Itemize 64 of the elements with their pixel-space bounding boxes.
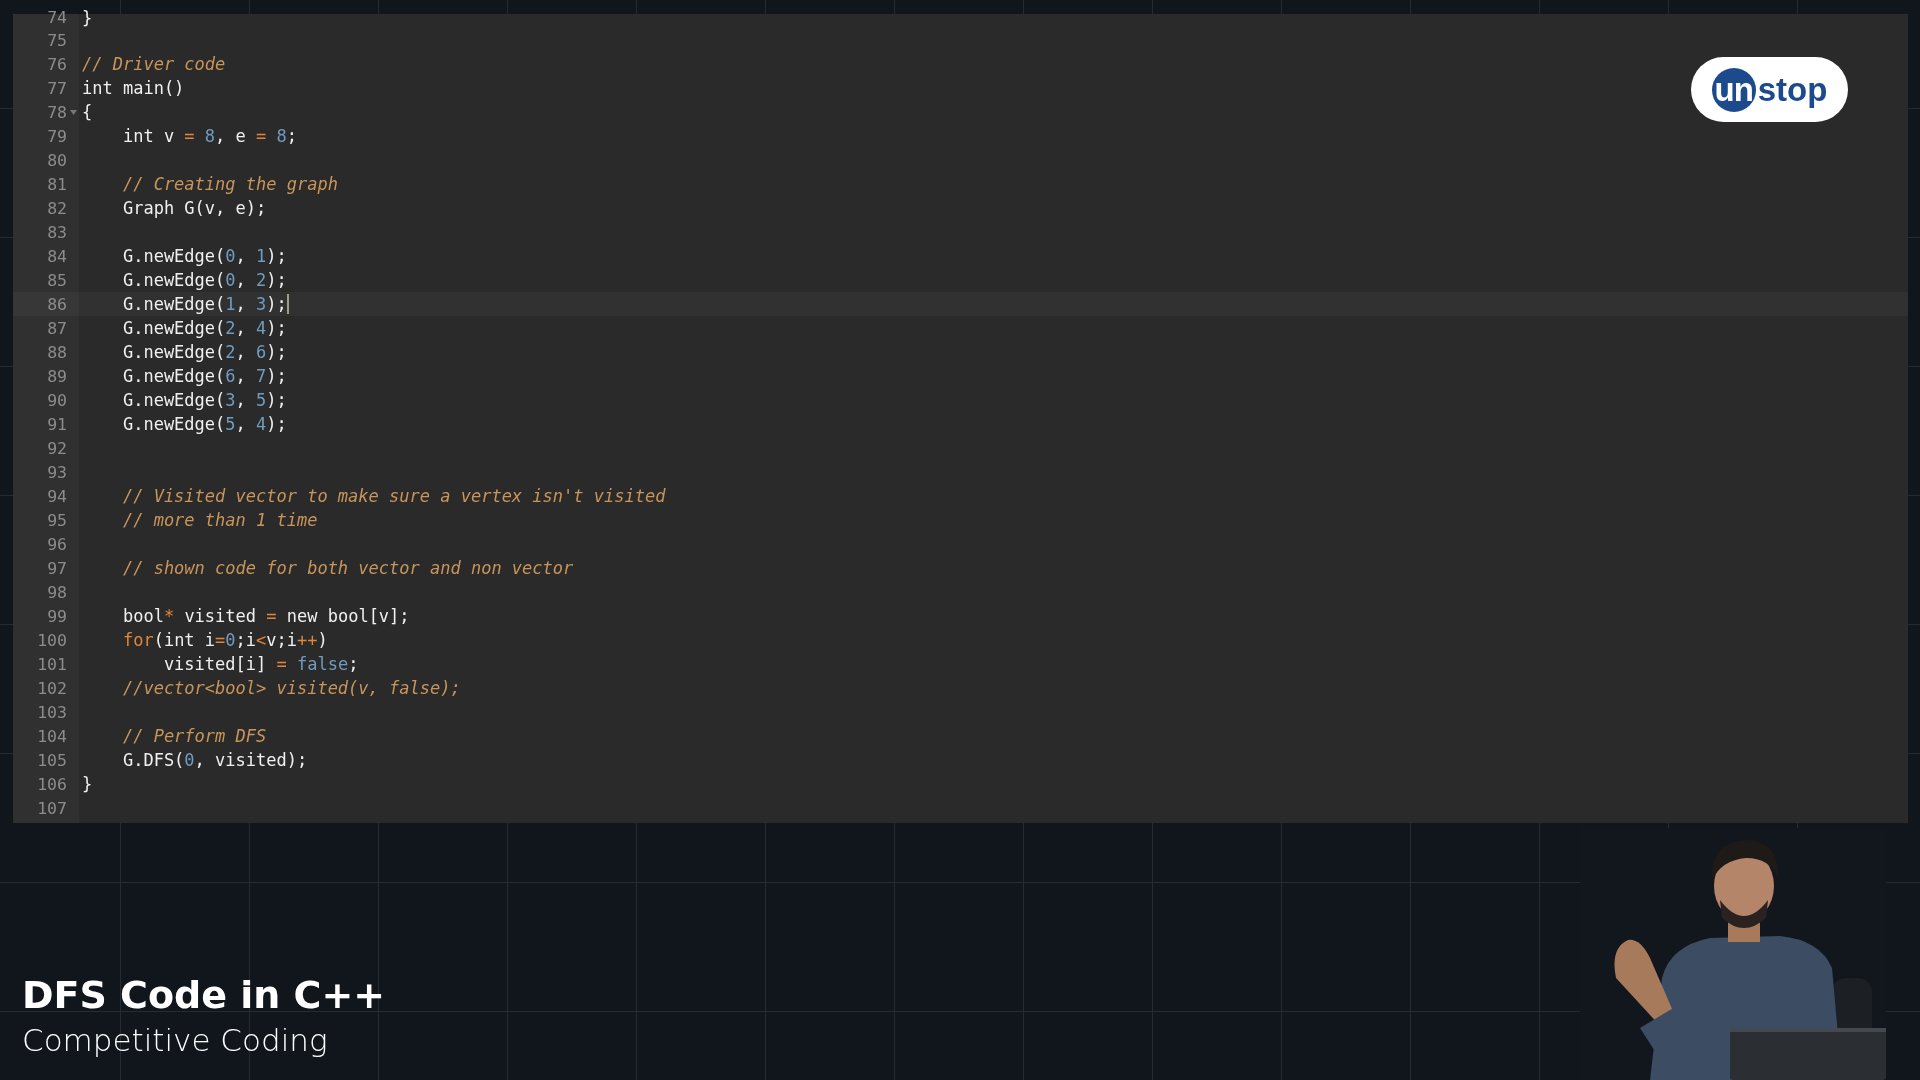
code-line: {	[82, 102, 93, 122]
video-title: DFS Code in C++	[22, 972, 386, 1019]
line-number: 96	[47, 534, 67, 554]
line-number: 90	[47, 390, 67, 410]
line-number: 99	[47, 606, 67, 626]
code-line: G.newEdge(0, 1);	[121, 246, 287, 266]
logo-text: stop	[1757, 70, 1828, 109]
line-number: 91	[47, 414, 67, 434]
code-line: // Driver code	[82, 54, 226, 74]
line-number: 98	[47, 582, 67, 602]
code-line: int v = 8, e = 8;	[121, 126, 298, 146]
code-line: // more than 1 time	[121, 510, 318, 530]
logo-mark: un	[1711, 67, 1756, 112]
code-line: G.DFS(0, visited);	[121, 750, 308, 770]
line-number: 103	[37, 702, 67, 722]
code-line: G.newEdge(2, 4);	[121, 318, 287, 338]
line-number: 101	[37, 654, 67, 674]
line-number: 87	[47, 318, 67, 338]
line-number: 92	[47, 438, 67, 458]
code-line: G.newEdge(2, 6);	[121, 342, 287, 362]
line-number: 78	[47, 102, 67, 122]
fold-arrow-icon[interactable]	[69, 109, 77, 115]
line-number: 97	[47, 558, 67, 578]
code-line: }	[82, 774, 93, 794]
code-line: G.newEdge(6, 7);	[121, 366, 287, 386]
line-number: 77	[47, 78, 67, 98]
line-number: 104	[37, 726, 67, 746]
code-line: visited[i] = false;	[162, 654, 359, 674]
line-number: 95	[47, 510, 67, 530]
line-number: 107	[37, 798, 67, 818]
code-line: G.newEdge(3, 5);	[121, 390, 287, 410]
line-number: 74	[47, 8, 67, 28]
line-number: 100	[37, 630, 67, 650]
line-number: 88	[47, 342, 67, 362]
line-number: 80	[47, 150, 67, 170]
code-line: // Visited vector to make sure a vertex isn't visited	[121, 486, 666, 506]
code-line: // Creating the graph	[121, 174, 338, 194]
line-number: 102	[37, 678, 67, 698]
code-line: }	[82, 8, 93, 28]
code-line: // Perform DFS	[121, 726, 267, 746]
line-number: 82	[47, 198, 67, 218]
line-number: 85	[47, 270, 67, 290]
code-line: //vector<bool> visited(v, false);	[121, 678, 461, 698]
code-line: Graph G(v, e);	[121, 198, 267, 218]
line-number: 76	[47, 54, 67, 74]
line-number: 81	[47, 174, 67, 194]
line-number: 106	[37, 774, 67, 794]
code-line: int main()	[82, 78, 185, 98]
code-line: G.newEdge(0, 2);	[121, 270, 287, 290]
code-line: G.newEdge(1, 3);	[121, 294, 287, 314]
code-line: G.newEdge(5, 4);	[121, 414, 287, 434]
video-subtitle: Competitive Coding	[22, 1021, 329, 1060]
line-number: 93	[47, 462, 67, 482]
code-line: for(int i=0;i<v;i++)	[121, 630, 328, 650]
line-number: 86	[47, 294, 67, 314]
line-number: 79	[47, 126, 67, 146]
line-number: 105	[37, 750, 67, 770]
code-line: bool* visited = new bool[v];	[121, 606, 410, 626]
line-number: 94	[47, 486, 67, 506]
line-number: 75	[47, 30, 67, 50]
code-line: // shown code for both vector and non vector	[121, 558, 574, 578]
line-number: 83	[47, 222, 67, 242]
line-number: 84	[47, 246, 67, 266]
line-number: 89	[47, 366, 67, 386]
